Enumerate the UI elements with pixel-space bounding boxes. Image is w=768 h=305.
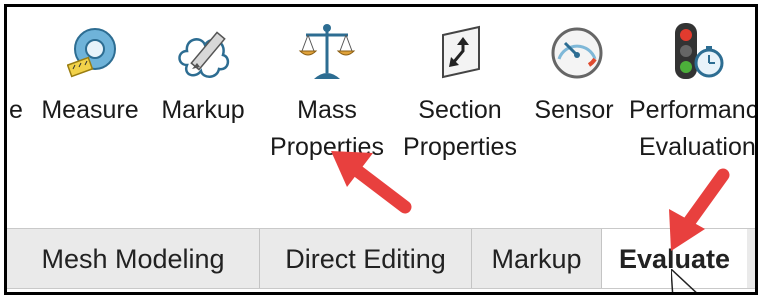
- tape-measure-icon: [66, 25, 119, 88]
- tab-strip: Mesh Modeling Direct Editing Markup Eval…: [7, 228, 755, 289]
- markup-button[interactable]: Markup: [153, 7, 253, 207]
- sensor-button[interactable]: Sensor: [529, 7, 619, 207]
- mouse-cursor-icon: [670, 268, 711, 292]
- tab-direct-editing[interactable]: Direct Editing: [260, 229, 472, 289]
- screenshot-frame: e Measure Markup Mass Properties Section…: [4, 4, 758, 295]
- section-plane-icon: [435, 23, 487, 86]
- measure-label: Measure: [41, 96, 139, 124]
- performance-evaluation-label-line2: Evaluation: [639, 133, 756, 161]
- tab-markup[interactable]: Markup: [472, 229, 602, 289]
- tab-mesh-modeling[interactable]: Mesh Modeling: [7, 229, 260, 289]
- sensor-label: Sensor: [534, 96, 614, 124]
- traffic-light-stopwatch-icon: [667, 21, 725, 88]
- section-properties-label-line1: Section: [418, 96, 502, 124]
- tool-partial-label: e: [9, 96, 23, 124]
- balance-scale-icon: [298, 21, 356, 88]
- markup-label: Markup: [161, 96, 245, 124]
- performance-evaluation-label-line1: Performanc: [629, 96, 758, 124]
- arrow-to-mass-properties: [325, 135, 421, 226]
- tool-partial[interactable]: e: [7, 7, 37, 207]
- gauge-icon: [549, 25, 605, 86]
- tab-bottom-border: [7, 288, 755, 292]
- mass-properties-label-line1: Mass: [297, 96, 357, 124]
- measure-button[interactable]: Measure: [35, 7, 145, 207]
- arrow-to-evaluate-tab: [657, 167, 737, 262]
- cloud-pencil-icon: [173, 25, 235, 88]
- ribbon-tab-bar: Mesh Modeling Direct Editing Markup Eval…: [7, 228, 755, 292]
